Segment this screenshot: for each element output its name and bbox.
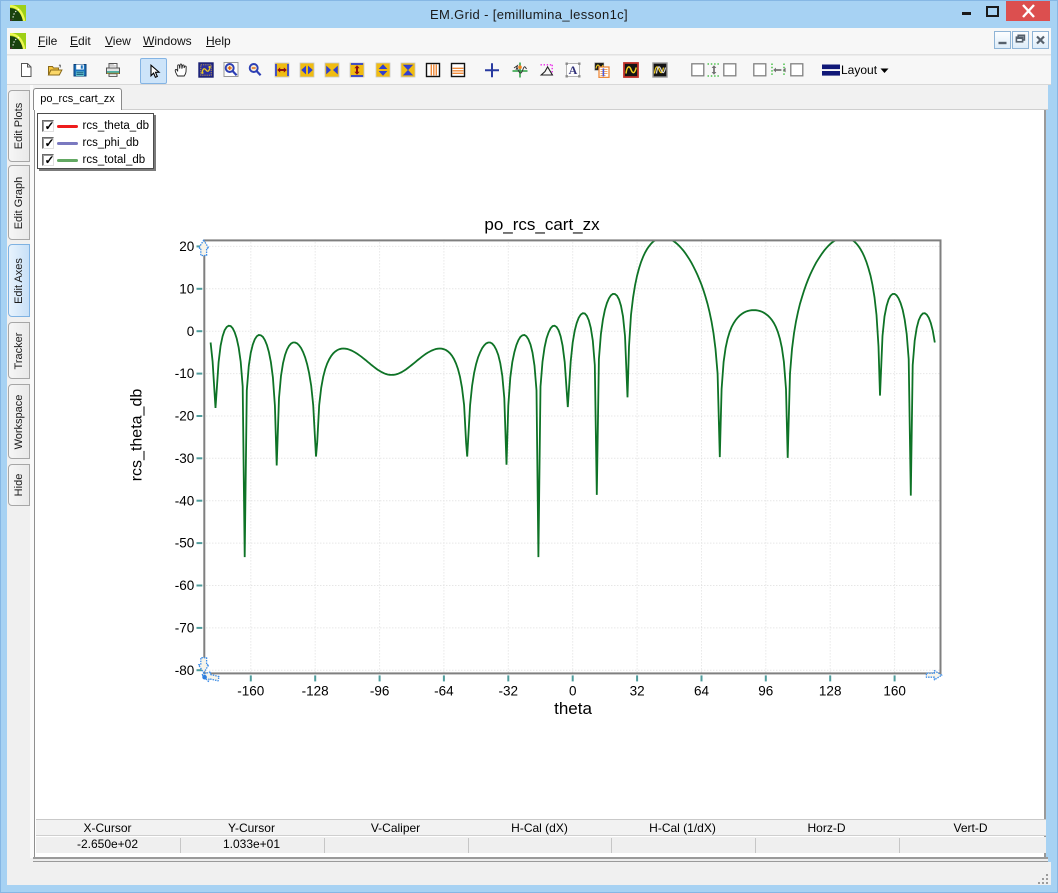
svg-text:-30: -30 [175,451,195,466]
svg-text:-10: -10 [175,366,195,381]
svg-text:160: 160 [883,684,906,699]
svg-text:96: 96 [758,684,773,699]
svg-text:rcs_theta_db: rcs_theta_db [129,389,146,482]
svg-text:-60: -60 [175,578,195,593]
svg-text:-20: -20 [175,409,195,424]
svg-text:10: 10 [179,281,194,296]
svg-text:-96: -96 [370,684,390,699]
svg-text:20: 20 [179,239,194,254]
svg-text:theta: theta [554,699,592,718]
svg-text:po_rcs_cart_zx: po_rcs_cart_zx [484,215,600,234]
svg-text:128: 128 [819,684,842,699]
svg-text:-50: -50 [175,536,195,551]
svg-text:-128: -128 [302,684,329,699]
svg-text:-70: -70 [175,621,195,636]
svg-text:32: 32 [630,684,645,699]
svg-text:-64: -64 [434,684,454,699]
svg-text:0: 0 [569,684,577,699]
svg-text:0: 0 [187,324,195,339]
svg-text:64: 64 [694,684,710,699]
svg-text:-80: -80 [175,663,195,678]
svg-text:-40: -40 [175,493,195,508]
svg-text:-32: -32 [499,684,519,699]
svg-text:-160: -160 [237,684,264,699]
